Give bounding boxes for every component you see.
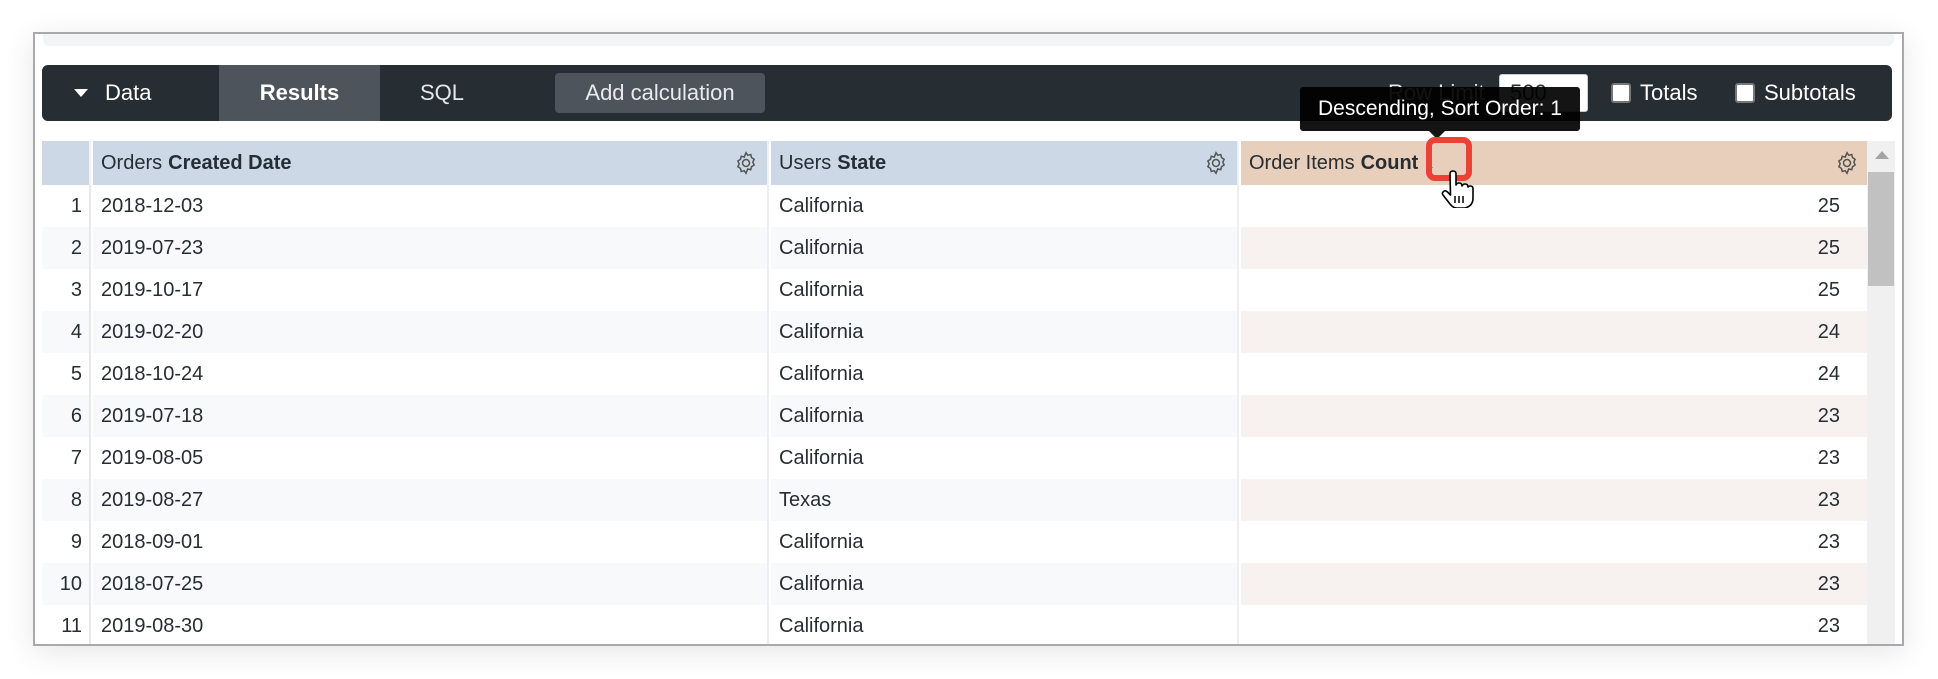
- row-index: 10: [42, 563, 91, 605]
- row-index: 9: [42, 521, 91, 563]
- cell-created-date[interactable]: 2018-09-01: [93, 521, 769, 563]
- tab-results[interactable]: Results: [219, 65, 380, 121]
- row-index: 5: [42, 353, 91, 395]
- cell-state[interactable]: California: [771, 605, 1239, 644]
- table-row: 2 2019-07-23 California 25: [42, 227, 1868, 269]
- table-row: 11 2019-08-30 California 23: [42, 605, 1868, 644]
- table-row: 1 2018-12-03 California 25: [42, 185, 1868, 227]
- column-header-state[interactable]: Users State: [771, 141, 1239, 185]
- explore-data-panel: Data Results SQL Add calculation Row Lim…: [33, 32, 1904, 646]
- cell-created-date[interactable]: 2019-08-05: [93, 437, 769, 479]
- totals-checkbox[interactable]: Totals: [1611, 65, 1697, 121]
- scroll-up-arrow-icon[interactable]: [1875, 151, 1889, 159]
- cell-created-date[interactable]: 2018-07-25: [93, 563, 769, 605]
- data-toolbar: Data Results SQL Add calculation Row Lim…: [42, 65, 1892, 121]
- column-view-name: Orders: [101, 151, 163, 174]
- cell-state[interactable]: California: [771, 353, 1239, 395]
- table-row: 7 2019-08-05 California 23: [42, 437, 1868, 479]
- data-section-toggle[interactable]: Data: [42, 65, 219, 121]
- cell-count[interactable]: 23: [1241, 521, 1868, 563]
- tab-sql[interactable]: SQL: [380, 65, 510, 121]
- cell-created-date[interactable]: 2019-02-20: [93, 311, 769, 353]
- totals-label: Totals: [1640, 80, 1698, 105]
- row-index: 8: [42, 479, 91, 521]
- cell-created-date[interactable]: 2019-10-17: [93, 269, 769, 311]
- cell-state[interactable]: California: [771, 563, 1239, 605]
- scrollbar-thumb[interactable]: [1868, 172, 1894, 286]
- cell-created-date[interactable]: 2019-08-27: [93, 479, 769, 521]
- table-row: 5 2018-10-24 California 24: [42, 353, 1868, 395]
- hand-pointer-cursor-icon: [1441, 170, 1474, 208]
- cell-count[interactable]: 23: [1241, 605, 1868, 644]
- cell-count[interactable]: 23: [1241, 395, 1868, 437]
- cell-state[interactable]: California: [771, 269, 1239, 311]
- cell-state[interactable]: California: [771, 227, 1239, 269]
- column-header-created-date[interactable]: Orders Created Date: [93, 141, 769, 185]
- top-strip: [43, 34, 1894, 46]
- column-header-count[interactable]: Order Items Count ↓: [1241, 141, 1868, 185]
- column-view-name: Order Items: [1249, 151, 1355, 174]
- cell-state[interactable]: California: [771, 185, 1239, 227]
- cell-state[interactable]: California: [771, 395, 1239, 437]
- table-row: 6 2019-07-18 California 23: [42, 395, 1868, 437]
- cell-created-date[interactable]: 2018-12-03: [93, 185, 769, 227]
- subtotals-checkbox[interactable]: Subtotals: [1735, 65, 1856, 121]
- vertical-scrollbar[interactable]: [1867, 141, 1895, 644]
- sort-tooltip: Descending, Sort Order: 1: [1300, 87, 1580, 131]
- table-row: 9 2018-09-01 California 23: [42, 521, 1868, 563]
- cell-count[interactable]: 23: [1241, 437, 1868, 479]
- cell-count[interactable]: 23: [1241, 563, 1868, 605]
- row-index: 2: [42, 227, 91, 269]
- subtotals-checkbox-box[interactable]: [1735, 83, 1755, 103]
- cell-created-date[interactable]: 2019-07-23: [93, 227, 769, 269]
- cell-state[interactable]: California: [771, 311, 1239, 353]
- row-index: 3: [42, 269, 91, 311]
- subtotals-label: Subtotals: [1764, 80, 1856, 105]
- cell-created-date[interactable]: 2019-08-30: [93, 605, 769, 644]
- column-field-name: Count: [1360, 151, 1419, 174]
- table-row: 3 2019-10-17 California 25: [42, 269, 1868, 311]
- table-row: 8 2019-08-27 Texas 23: [42, 479, 1868, 521]
- index-column-header: [42, 141, 91, 185]
- gear-icon[interactable]: [1834, 150, 1860, 176]
- cell-created-date[interactable]: 2018-10-24: [93, 353, 769, 395]
- row-index: 1: [42, 185, 91, 227]
- cell-state[interactable]: California: [771, 437, 1239, 479]
- cell-count[interactable]: 25: [1241, 227, 1868, 269]
- cell-state[interactable]: California: [771, 521, 1239, 563]
- data-label: Data: [105, 80, 152, 105]
- cell-created-date[interactable]: 2019-07-18: [93, 395, 769, 437]
- row-index: 4: [42, 311, 91, 353]
- caret-down-icon: [74, 89, 88, 97]
- cell-count[interactable]: 24: [1241, 353, 1868, 395]
- cell-count[interactable]: 25: [1241, 185, 1868, 227]
- column-field-name: State: [837, 151, 887, 174]
- gear-icon[interactable]: [1203, 150, 1229, 176]
- gear-icon[interactable]: [733, 150, 759, 176]
- cell-state[interactable]: Texas: [771, 479, 1239, 521]
- row-index: 6: [42, 395, 91, 437]
- cell-count[interactable]: 24: [1241, 311, 1868, 353]
- column-field-name: Created Date: [168, 151, 292, 174]
- cell-count[interactable]: 25: [1241, 269, 1868, 311]
- table-row: 10 2018-07-25 California 23: [42, 563, 1868, 605]
- add-calculation-button[interactable]: Add calculation: [555, 73, 765, 113]
- row-index: 7: [42, 437, 91, 479]
- totals-checkbox-box[interactable]: [1611, 83, 1631, 103]
- column-view-name: Users: [779, 151, 832, 174]
- cell-count[interactable]: 23: [1241, 479, 1868, 521]
- table-row: 4 2019-02-20 California 24: [42, 311, 1868, 353]
- row-index: 11: [42, 605, 91, 644]
